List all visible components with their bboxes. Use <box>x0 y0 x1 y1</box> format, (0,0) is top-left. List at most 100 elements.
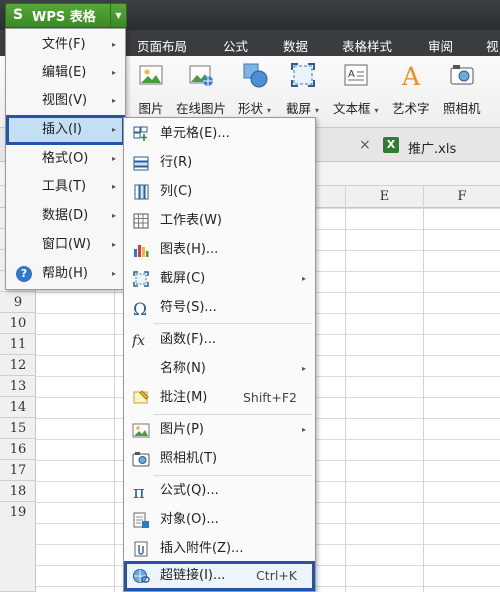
worksheet-icon <box>132 212 150 230</box>
menu-separator <box>154 323 312 324</box>
tab-page-layout[interactable]: 页面布局 <box>137 36 187 55</box>
object-icon <box>132 511 150 529</box>
submenu-item-camera[interactable]: 照相机(T) <box>124 444 315 473</box>
camera-icon <box>449 62 475 88</box>
insert-wordart-button[interactable]: A 艺术字 <box>392 62 430 117</box>
menu-item-format[interactable]: 格式(O) ▸ <box>6 145 125 173</box>
app-title: WPS 表格 <box>32 10 96 25</box>
app-menu-button[interactable]: S WPS 表格 ▼ <box>5 3 127 28</box>
row-header[interactable]: 13 <box>0 376 36 397</box>
wordart-icon: A <box>398 62 424 91</box>
tab-formulas[interactable]: 公式 <box>223 36 248 55</box>
menu-item-window[interactable]: 窗口(W) ▸ <box>6 231 125 259</box>
submenu-item-worksheet[interactable]: 工作表(W) <box>124 206 315 235</box>
submenu-arrow-icon: ▸ <box>112 182 117 191</box>
submenu-arrow-icon: ▸ <box>112 96 117 105</box>
submenu-item-attachment[interactable]: 插入附件(Z)... <box>124 534 315 563</box>
tab-data[interactable]: 数据 <box>283 36 308 55</box>
hyperlink-icon <box>132 567 150 585</box>
textbox-icon: A <box>343 62 369 88</box>
menu-item-edit[interactable]: 编辑(E) ▸ <box>6 59 125 87</box>
submenu-item-function[interactable]: fx 函数(F)... <box>124 325 315 354</box>
column-header-e[interactable]: E <box>345 186 423 208</box>
wps-logo-icon: S <box>13 7 24 23</box>
submenu-item-cell[interactable]: 单元格(E)... <box>124 119 315 148</box>
row-header[interactable]: 12 <box>0 355 36 376</box>
app-main-menu: 文件(F) ▸ 编辑(E) ▸ 视图(V) ▸ 插入(I) ▸ 格式(O) ▸ … <box>5 28 126 290</box>
help-icon: ? <box>16 266 32 282</box>
svg-text:Ω: Ω <box>133 300 147 317</box>
row-header[interactable]: 16 <box>0 439 36 460</box>
dropdown-arrow-icon: ▾ <box>374 106 379 115</box>
omega-symbol-icon: Ω <box>132 299 150 320</box>
row-icon <box>132 154 150 172</box>
row-header[interactable]: 15 <box>0 418 36 439</box>
svg-text:A: A <box>401 62 421 88</box>
menu-item-insert[interactable]: 插入(I) ▸ <box>6 115 125 145</box>
insert-textbox-button[interactable]: A 文本框 ▾ <box>333 62 379 117</box>
picture-icon <box>138 62 164 88</box>
menu-item-view[interactable]: 视图(V) ▸ <box>6 87 125 115</box>
row-header[interactable]: 19 <box>0 502 36 592</box>
submenu-arrow-icon: ▸ <box>112 125 117 134</box>
submenu-item-chart[interactable]: 图表(H)... <box>124 235 315 264</box>
menu-item-data[interactable]: 数据(D) ▸ <box>6 202 125 230</box>
dropdown-arrow-icon: ▾ <box>267 106 272 115</box>
attachment-icon <box>132 540 150 558</box>
insert-submenu: 单元格(E)... 行(R) 列(C) 工作表(W) 图表(H)... 截屏(C… <box>123 117 316 592</box>
chart-icon <box>132 241 150 259</box>
submenu-arrow-icon: ▸ <box>112 240 117 249</box>
camera-button[interactable]: 照相机 <box>443 62 481 117</box>
row-header[interactable]: 14 <box>0 397 36 418</box>
submenu-arrow-icon: ▸ <box>302 274 307 283</box>
screenshot-button[interactable]: 截屏 ▾ <box>286 62 319 117</box>
submenu-arrow-icon: ▸ <box>302 425 307 434</box>
submenu-item-screenshot[interactable]: 截屏(C) ▸ <box>124 264 315 293</box>
svg-text:A: A <box>348 69 355 80</box>
column-header-f[interactable]: F <box>423 186 500 208</box>
online-picture-icon <box>188 62 214 88</box>
submenu-item-formula[interactable]: π 公式(Q)... <box>124 476 315 505</box>
submenu-item-name[interactable]: 名称(N) ▸ <box>124 354 315 383</box>
submenu-item-symbol[interactable]: Ω 符号(S)... <box>124 293 315 322</box>
cell-icon <box>132 125 150 143</box>
menu-item-file[interactable]: 文件(F) ▸ <box>6 31 125 59</box>
row-header[interactable]: 9 <box>0 292 36 313</box>
tab-view[interactable]: 视 <box>486 36 499 55</box>
submenu-arrow-icon: ▸ <box>112 40 117 49</box>
submenu-arrow-icon: ▸ <box>112 269 117 278</box>
insert-picture-button[interactable]: 图片 <box>138 62 164 117</box>
grid-column-line <box>423 186 424 592</box>
menu-item-help[interactable]: ? 帮助(H) ▸ <box>6 260 125 288</box>
submenu-arrow-icon: ▸ <box>112 68 117 77</box>
insert-online-picture-button[interactable]: 在线图片 <box>176 62 226 117</box>
tab-review[interactable]: 审阅 <box>428 36 453 55</box>
submenu-item-picture[interactable]: 图片(P) ▸ <box>124 415 315 444</box>
submenu-item-comment[interactable]: 批注(M) Shift+F2 <box>124 383 315 412</box>
camera-icon <box>132 450 150 468</box>
submenu-arrow-icon: ▸ <box>302 364 307 373</box>
row-header[interactable]: 10 <box>0 313 36 334</box>
close-icon[interactable]: × <box>359 137 371 153</box>
row-header[interactable]: 11 <box>0 334 36 355</box>
submenu-arrow-icon: ▸ <box>112 154 117 163</box>
submenu-item-object[interactable]: 对象(O)... <box>124 505 315 534</box>
grid-column-line <box>345 186 346 592</box>
row-header[interactable]: 18 <box>0 481 36 502</box>
document-tab-name[interactable]: 推广.xls <box>408 138 456 157</box>
insert-shapes-button[interactable]: 形状 ▾ <box>238 62 271 117</box>
chevron-down-icon[interactable]: ▼ <box>110 4 126 27</box>
row-header[interactable]: 17 <box>0 460 36 481</box>
tab-table-style[interactable]: 表格样式 <box>342 36 392 55</box>
menu-item-tools[interactable]: 工具(T) ▸ <box>6 173 125 201</box>
function-fx-icon: fx <box>131 331 150 349</box>
comment-icon <box>132 389 150 407</box>
submenu-item-row[interactable]: 行(R) <box>124 148 315 177</box>
shapes-icon <box>242 62 268 88</box>
submenu-item-hyperlink[interactable]: 超链接(I)... Ctrl+K <box>124 561 315 591</box>
picture-icon <box>132 421 150 439</box>
svg-text:π: π <box>133 482 145 500</box>
submenu-item-column[interactable]: 列(C) <box>124 177 315 206</box>
screenshot-icon <box>290 62 316 88</box>
excel-file-icon: X <box>383 137 399 153</box>
